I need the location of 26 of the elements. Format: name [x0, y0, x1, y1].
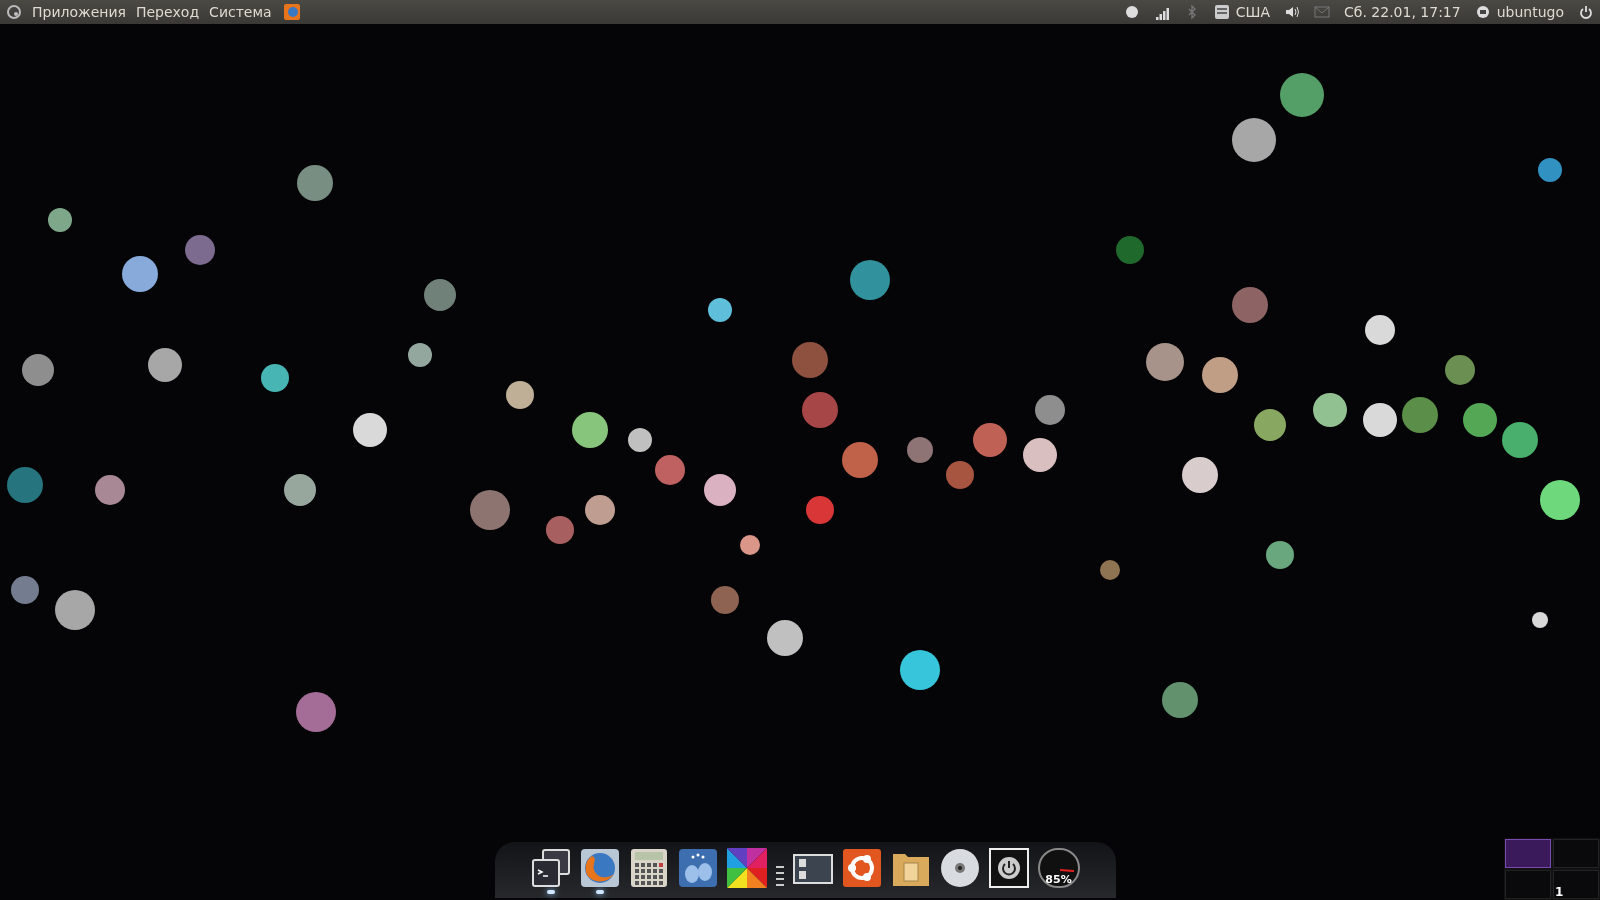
clock-label[interactable]: Сб. 22.01, 17:17: [1344, 1, 1461, 23]
terminal-icon[interactable]: [530, 848, 571, 888]
circle-of-friends-icon[interactable]: [841, 848, 882, 888]
calculator-icon[interactable]: [628, 848, 669, 888]
speaker-icon[interactable]: [1284, 4, 1301, 20]
dock-separator-icon: [775, 866, 784, 886]
keyboard-icon[interactable]: [1213, 4, 1230, 20]
workspace-thumbnail[interactable]: 1: [1553, 870, 1599, 899]
chat-people-icon[interactable]: [677, 848, 718, 888]
panel-menu[interactable]: Система: [209, 1, 272, 23]
workspace-number: 1: [1555, 886, 1564, 898]
workspace-thumbnail[interactable]: [1553, 839, 1599, 868]
cpu-gauge[interactable]: 85%: [1037, 848, 1080, 888]
panel-menu[interactable]: Переход: [135, 1, 200, 23]
keyboard-layout-label[interactable]: США: [1235, 1, 1271, 23]
power-icon[interactable]: [988, 848, 1029, 888]
power-icon[interactable]: [1578, 4, 1594, 20]
swirl-logo-icon[interactable]: [6, 4, 22, 20]
gauge-reading: 85%: [1044, 874, 1073, 885]
workspace-thumbnail[interactable]: [1505, 870, 1551, 899]
user-name-label[interactable]: ubuntugo: [1496, 1, 1564, 23]
panel-menu[interactable]: Приложения: [32, 1, 126, 23]
chat-status-icon[interactable]: [1474, 4, 1491, 20]
color-wheel-icon[interactable]: [726, 848, 767, 888]
workspace-thumbnail[interactable]: [1505, 839, 1551, 868]
disc-icon[interactable]: [939, 848, 980, 888]
